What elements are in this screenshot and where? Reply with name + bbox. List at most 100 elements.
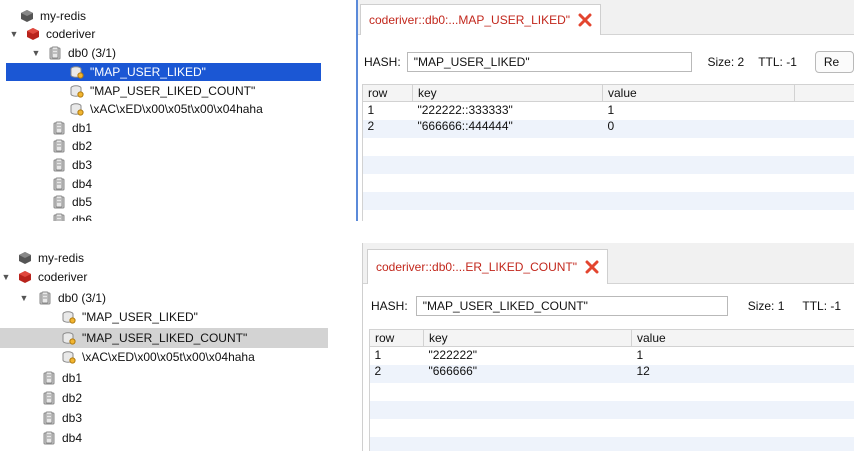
column-header-row[interactable]: row: [369, 329, 424, 347]
table-row[interactable]: 2 "666666::444444" 0: [363, 118, 854, 134]
tab-bar: coderiver::db0:...ER_LIKED_COUNT": [363, 243, 854, 284]
tree-label: coderiver: [46, 27, 96, 41]
column-header-spacer: [794, 84, 854, 102]
tree-db3[interactable]: db3: [42, 409, 82, 427]
tree-label: db5: [72, 195, 93, 209]
tab-title: coderiver::db0:...MAP_USER_LIKED": [369, 13, 571, 27]
database-icon: [52, 195, 66, 209]
tree-db2[interactable]: db2: [42, 389, 82, 407]
tree-label: coderiver: [38, 270, 88, 284]
tree-label: db4: [72, 177, 93, 191]
tab-title: coderiver::db0:...ER_LIKED_COUNT": [376, 260, 577, 274]
tree-db0[interactable]: ▼ db0 (3/1): [18, 289, 107, 307]
tree-db4[interactable]: db4: [52, 175, 92, 193]
column-header-key[interactable]: key: [412, 84, 603, 102]
key-icon: [62, 331, 76, 345]
cell-value: 1: [607, 103, 615, 117]
table-header-row: row key value: [369, 329, 854, 347]
key-name-field[interactable]: "MAP_USER_LIKED_COUNT": [415, 296, 728, 316]
size-label: Size: 2: [707, 55, 745, 69]
tree-db4[interactable]: db4: [42, 429, 82, 447]
tree-label: "MAP_USER_LIKED": [90, 65, 206, 79]
top-detail-panel: coderiver::db0:...MAP_USER_LIKED" HASH: …: [358, 0, 854, 221]
cell-value: 12: [636, 364, 650, 378]
cell-value: 0: [607, 119, 615, 133]
tree-label: my-redis: [40, 9, 87, 23]
tree-key-map-user-liked-count[interactable]: "MAP_USER_LIKED_COUNT": [0, 328, 328, 348]
tree-label: db1: [62, 371, 83, 385]
database-icon: [42, 431, 56, 445]
hash-table: row key value 1 "222222::333333" 1 2 "66…: [362, 84, 854, 134]
tree-db6[interactable]: db6: [52, 211, 92, 221]
server-icon: [20, 9, 34, 23]
server-icon: [18, 251, 32, 265]
tree-label: db2: [62, 391, 83, 405]
column-header-value[interactable]: value: [602, 84, 795, 102]
cell-key: "666666": [428, 364, 478, 378]
type-label: HASH:: [371, 299, 408, 313]
tree-key-map-user-liked-count[interactable]: "MAP_USER_LIKED_COUNT": [70, 82, 255, 100]
cell-row: 1: [367, 103, 375, 117]
key-info-bar: HASH: "MAP_USER_LIKED_COUNT" Size: 1 TTL…: [363, 294, 854, 318]
database-icon: [52, 139, 66, 153]
tree-label: my-redis: [38, 251, 85, 265]
connection-icon: [18, 270, 32, 284]
key-icon: [62, 350, 76, 364]
tree-label: \xAC\xED\x00\x05t\x00\x04haha: [82, 350, 255, 364]
tab-key[interactable]: coderiver::db0:...ER_LIKED_COUNT": [367, 249, 608, 284]
tree-label: db3: [62, 411, 83, 425]
tab-key[interactable]: coderiver::db0:...MAP_USER_LIKED": [360, 4, 602, 35]
close-icon[interactable]: [585, 260, 599, 274]
tree-label: "MAP_USER_LIKED": [82, 310, 198, 324]
tree-label: db3: [72, 158, 93, 172]
size-label: Size: 1: [747, 299, 785, 313]
table-row[interactable]: 1 "222222::333333" 1: [363, 102, 854, 119]
chevron-down-icon[interactable]: ▼: [8, 29, 20, 39]
chevron-down-icon[interactable]: ▼: [30, 48, 42, 58]
tree-label: db2: [72, 139, 93, 153]
tree-label: "MAP_USER_LIKED_COUNT": [82, 331, 248, 345]
tree-server-my-redis[interactable]: my-redis: [18, 249, 84, 267]
tree-key-serialized[interactable]: \xAC\xED\x00\x05t\x00\x04haha: [70, 100, 263, 118]
key-name-field[interactable]: "MAP_USER_LIKED": [406, 52, 692, 72]
column-header-key[interactable]: key: [423, 329, 632, 347]
top-tree-panel: my-redis ▼ coderiver ▼ db0 (3/1) "MAP_US…: [0, 0, 358, 221]
tree-db1[interactable]: db1: [52, 119, 92, 137]
column-header-row[interactable]: row: [362, 84, 413, 102]
reload-button[interactable]: Re: [814, 51, 854, 73]
database-icon: [52, 213, 66, 221]
cell-value: 1: [636, 348, 644, 362]
tree-db1[interactable]: db1: [42, 369, 82, 387]
tree-label: db4: [62, 431, 83, 445]
chevron-down-icon[interactable]: ▼: [18, 293, 30, 303]
tree-label: db6: [72, 213, 93, 221]
tree-connection-coderiver[interactable]: ▼ coderiver: [8, 25, 96, 43]
column-header-value[interactable]: value: [631, 329, 854, 347]
database-icon: [42, 411, 56, 425]
tree-db2[interactable]: db2: [52, 137, 92, 155]
tree-key-serialized[interactable]: \xAC\xED\x00\x05t\x00\x04haha: [62, 348, 255, 366]
tree-key-map-user-liked[interactable]: "MAP_USER_LIKED": [6, 63, 321, 81]
table-row[interactable]: 2 "666666" 12: [370, 363, 854, 379]
cell-row: 1: [374, 348, 382, 362]
cell-key: "222222::333333": [417, 103, 513, 117]
tree-db0[interactable]: ▼ db0 (3/1): [30, 44, 117, 62]
key-icon: [70, 102, 84, 116]
chevron-down-icon[interactable]: ▼: [0, 272, 12, 282]
key-icon: [70, 84, 84, 98]
tree-connection-coderiver[interactable]: ▼ coderiver: [0, 268, 88, 286]
close-icon[interactable]: [578, 13, 592, 27]
tree-label: db0 (3/1): [68, 46, 117, 60]
ttl-label: TTL: -1: [758, 55, 797, 69]
table-header-row: row key value: [362, 84, 854, 102]
key-icon: [70, 65, 84, 79]
tree-db3[interactable]: db3: [52, 156, 92, 174]
tree-db5[interactable]: db5: [52, 193, 92, 211]
key-info-bar: HASH: "MAP_USER_LIKED" Size: 2 TTL: -1 R…: [358, 50, 854, 74]
key-name-value: "MAP_USER_LIKED": [413, 55, 530, 69]
tree-label: db1: [72, 121, 93, 135]
database-icon: [52, 158, 66, 172]
tree-key-map-user-liked[interactable]: "MAP_USER_LIKED": [62, 308, 198, 326]
tree-server-my-redis[interactable]: my-redis: [20, 7, 86, 25]
table-row[interactable]: 1 "222222" 1: [370, 347, 854, 364]
